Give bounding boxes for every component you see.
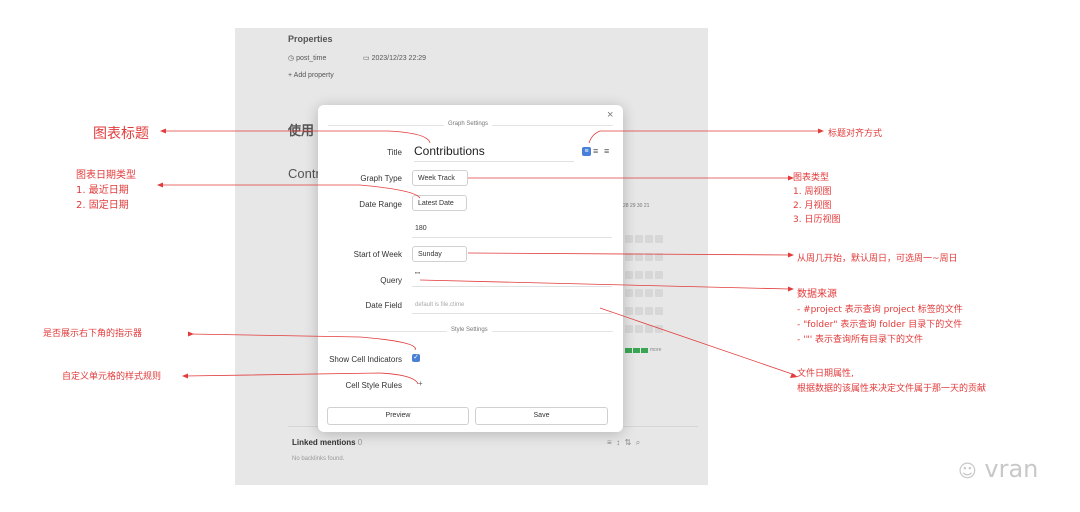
annotation-date-field-1: 文件日期属性, [797,369,854,379]
arrowhead-title [160,128,166,134]
arrowhead-cell-rules [182,373,188,379]
annotation-chart-type-title: 图表类型 [793,173,830,183]
arrow-cell-rules [184,372,419,385]
annotation-cell-rules: 自定义单元格的样式规则 [62,372,162,382]
annotation-chart-type-2: 2. 月视图 [793,201,832,211]
arrow-align [588,130,820,144]
arrow-date-type [160,184,421,199]
annotation-week-start: 从周几开始，默认周日，可选周一~周日 [797,254,958,264]
annotation-chart-type-3: 3. 日历视图 [793,215,841,225]
annotation-date-type-title: 图表日期类型 [76,170,136,181]
annotation-show-indicator: 是否展示右下角的指示器 [43,329,143,339]
annotation-date-field-2: 根据数据的该属性来决定文件属于那一天的贡献 [797,384,987,394]
annotation-data-source-3: - '"' 表示查询所有目录下的文件 [797,335,924,345]
annotation-date-type-1: 1. 最近日期 [76,185,129,196]
annotation-chart-type-1: 1. 周视图 [793,187,832,197]
arrowhead-date-type [157,182,163,188]
arrowhead-indicator [188,331,194,337]
annotation-date-type-2: 2. 固定日期 [76,200,129,211]
annotation-align: 标题对齐方式 [828,129,883,139]
annotation-data-source-2: - "folder" 表示查询 folder 目录下的文件 [797,320,963,330]
wechat-icon: ☺ [958,461,977,482]
arrow-indicator [189,333,416,351]
arrow-data-source [419,279,791,290]
watermark: ☺ vran [958,455,1039,483]
annotation-data-source-1: - #project 表示查询 project 标签的文件 [797,305,963,315]
arrowhead-data-source [788,286,794,292]
arrow-date-field [599,307,796,376]
arrowhead-week-start [788,252,794,258]
annotation-data-source-title: 数据来源 [797,289,837,300]
arrow-title [163,130,431,144]
arrowhead-align [818,128,824,134]
arrow-week-start [467,252,791,256]
annotation-chart-title: 图表标题 [93,126,149,142]
